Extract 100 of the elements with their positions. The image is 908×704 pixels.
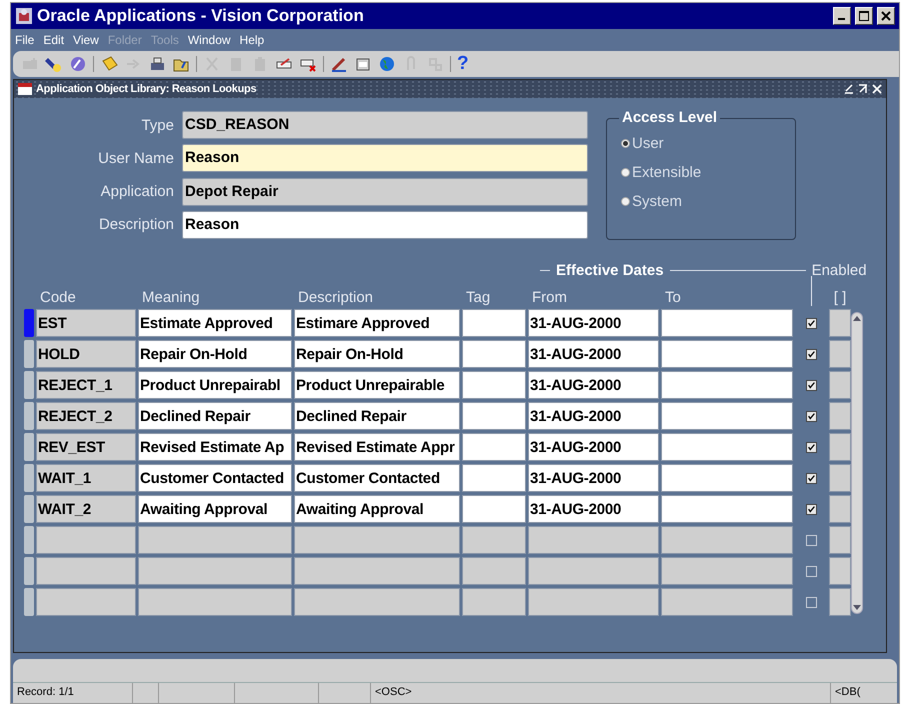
radio-button[interactable]: [621, 197, 630, 206]
table-cell[interactable]: Estimare Approved: [294, 309, 460, 337]
table-cell[interactable]: Declined Repair: [294, 402, 460, 430]
table-cell[interactable]: [294, 588, 460, 616]
table-cell[interactable]: Repair On-Hold: [294, 340, 460, 368]
table-cell[interactable]: 31-AUG-2000: [528, 433, 659, 461]
table-cell[interactable]: Revised Estimate Ap: [138, 433, 292, 461]
table-cell[interactable]: [462, 402, 526, 430]
table-cell[interactable]: Customer Contacted: [294, 464, 460, 492]
table-cell[interactable]: [138, 526, 292, 554]
table-cell[interactable]: Awaiting Approval: [138, 495, 292, 523]
table-cell[interactable]: Product Unrepairabl: [138, 371, 292, 399]
table-cell[interactable]: [138, 588, 292, 616]
table-cell[interactable]: [462, 371, 526, 399]
radio-label[interactable]: User: [632, 135, 664, 152]
table-cell[interactable]: [829, 340, 851, 368]
menu-item[interactable]: Help: [240, 33, 264, 47]
scrollbar[interactable]: [851, 312, 863, 614]
table-cell[interactable]: [462, 309, 526, 337]
row-indicator[interactable]: [24, 495, 34, 523]
close-icon[interactable]: [872, 84, 882, 94]
table-cell[interactable]: [661, 433, 793, 461]
table-cell[interactable]: [661, 495, 793, 523]
table-cell[interactable]: [661, 340, 793, 368]
table-cell[interactable]: [661, 588, 793, 616]
row-indicator[interactable]: [24, 402, 34, 430]
minimize-icon[interactable]: [844, 84, 854, 94]
table-cell[interactable]: [528, 526, 659, 554]
table-cell[interactable]: [294, 526, 460, 554]
row-indicator[interactable]: [24, 371, 34, 399]
toolbar-icon[interactable]: [100, 55, 118, 73]
table-cell[interactable]: REJECT_1: [36, 371, 136, 399]
toolbar-icon[interactable]: [378, 55, 396, 73]
toolbar-icon[interactable]: [45, 55, 63, 73]
checkbox[interactable]: [806, 472, 816, 484]
radio-label[interactable]: System: [632, 193, 682, 210]
table-cell[interactable]: [462, 340, 526, 368]
table-cell[interactable]: [829, 495, 851, 523]
row-indicator[interactable]: [24, 433, 34, 461]
text-field[interactable]: Reason: [182, 144, 588, 172]
row-indicator[interactable]: [24, 340, 34, 368]
scroll-down-icon[interactable]: [853, 605, 861, 611]
table-cell[interactable]: [829, 433, 851, 461]
text-field[interactable]: CSD_REASON: [182, 111, 588, 140]
table-cell[interactable]: 31-AUG-2000: [528, 309, 659, 337]
table-cell[interactable]: Estimate Approved: [138, 309, 292, 337]
table-cell[interactable]: WAIT_1: [36, 464, 136, 492]
table-cell[interactable]: 31-AUG-2000: [528, 340, 659, 368]
table-cell[interactable]: WAIT_2: [36, 495, 136, 523]
maximize-icon[interactable]: [858, 84, 868, 94]
toolbar-icon[interactable]: [69, 55, 87, 73]
table-cell[interactable]: [829, 588, 851, 616]
table-cell[interactable]: 31-AUG-2000: [528, 495, 659, 523]
table-cell[interactable]: HOLD: [36, 340, 136, 368]
table-cell[interactable]: [661, 371, 793, 399]
table-cell[interactable]: [829, 557, 851, 585]
menu-item[interactable]: Edit: [43, 33, 64, 47]
minimize-button[interactable]: [833, 7, 851, 25]
table-cell[interactable]: [36, 588, 136, 616]
help-button[interactable]: ?: [457, 55, 469, 73]
table-cell[interactable]: REJECT_2: [36, 402, 136, 430]
row-indicator[interactable]: [24, 526, 34, 554]
table-cell[interactable]: Customer Contacted: [138, 464, 292, 492]
row-indicator[interactable]: [24, 588, 34, 616]
menu-item[interactable]: View: [73, 33, 99, 47]
table-cell[interactable]: [462, 526, 526, 554]
table-cell[interactable]: [294, 557, 460, 585]
table-cell[interactable]: REV_EST: [36, 433, 136, 461]
table-cell[interactable]: [661, 402, 793, 430]
checkbox[interactable]: [806, 410, 816, 422]
table-cell[interactable]: [138, 557, 292, 585]
table-cell[interactable]: [528, 588, 659, 616]
table-cell[interactable]: Revised Estimate Appr: [294, 433, 460, 461]
table-cell[interactable]: Repair On-Hold: [138, 340, 292, 368]
scroll-up-icon[interactable]: [853, 315, 861, 321]
table-cell[interactable]: [829, 402, 851, 430]
table-cell[interactable]: [462, 433, 526, 461]
table-cell[interactable]: [829, 309, 851, 337]
table-cell[interactable]: [462, 557, 526, 585]
text-field[interactable]: Reason: [182, 210, 588, 239]
table-cell[interactable]: 31-AUG-2000: [528, 371, 659, 399]
checkbox[interactable]: [806, 348, 816, 360]
table-cell[interactable]: [462, 588, 526, 616]
row-indicator[interactable]: [24, 464, 34, 492]
table-cell[interactable]: Product Unrepairable: [294, 371, 460, 399]
table-cell[interactable]: Awaiting Approval: [294, 495, 460, 523]
menu-item[interactable]: Window: [188, 33, 231, 47]
table-cell[interactable]: 31-AUG-2000: [528, 402, 659, 430]
table-cell[interactable]: Declined Repair: [138, 402, 292, 430]
checkbox[interactable]: [806, 442, 816, 452]
maximize-button[interactable]: [855, 7, 873, 25]
table-cell[interactable]: [661, 557, 793, 585]
close-button[interactable]: [877, 7, 895, 25]
radio-label[interactable]: Extensible: [632, 164, 702, 181]
checkbox[interactable]: [806, 504, 816, 514]
table-cell[interactable]: [462, 464, 526, 492]
table-cell[interactable]: EST: [36, 309, 136, 337]
checkbox[interactable]: [806, 318, 816, 328]
table-cell[interactable]: [36, 557, 136, 585]
table-cell[interactable]: [661, 464, 793, 492]
